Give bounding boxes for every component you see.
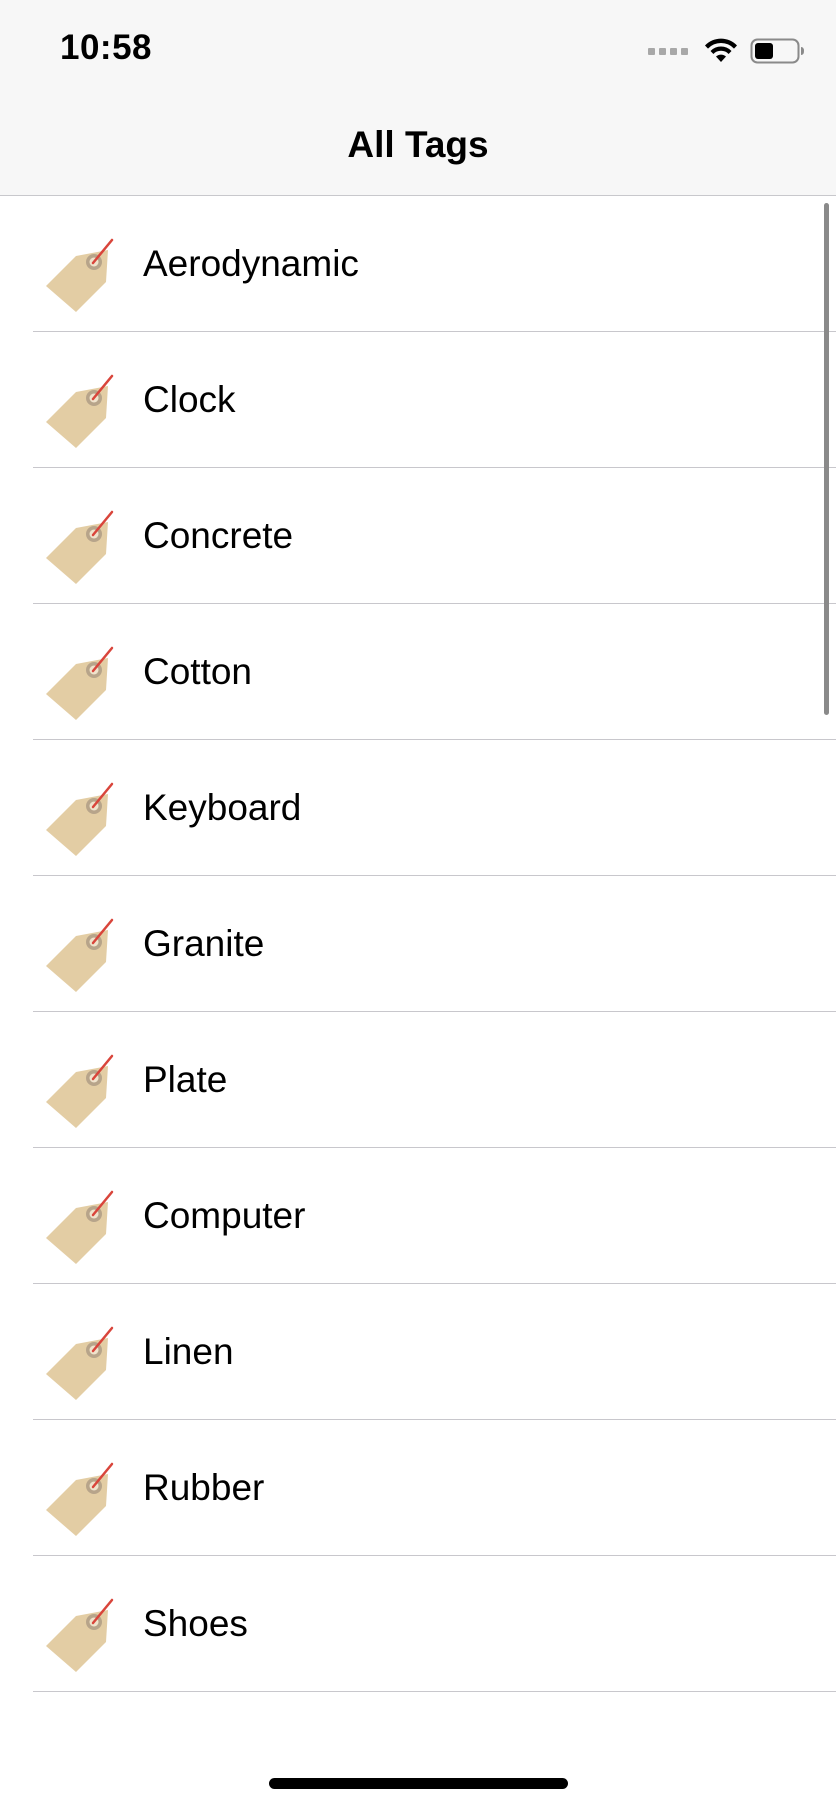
price-tag-icon [46,374,114,448]
tag-label: Plate [143,1059,228,1100]
tag-label: Aerodynamic [143,243,359,284]
tag-list-item[interactable]: Clock [0,332,836,468]
tag-label: Rubber [143,1467,265,1508]
tag-list-item[interactable]: Granite [0,876,836,1012]
tag-list-item[interactable]: Shoes [0,1556,836,1692]
tag-label: Concrete [143,515,294,556]
tag-list-item[interactable]: Plate [0,1012,836,1148]
tag-list-item[interactable]: Aerodynamic [0,196,836,332]
price-tag-icon [46,1326,114,1400]
tags-screen: 10:58 All Tags Aerodynamic Clock Concret… [0,0,836,1811]
status-time: 10:58 [60,28,153,67]
page-title: All Tags [347,124,489,165]
tag-label: Cotton [143,651,253,692]
price-tag-icon [46,646,114,720]
price-tag-icon [46,1190,114,1264]
tag-list-item[interactable]: Concrete [0,468,836,604]
tag-label: Clock [143,379,236,420]
navigation-header: 10:58 All Tags [0,0,836,196]
price-tag-icon [46,1054,114,1128]
tag-list-item[interactable]: Linen [0,1284,836,1420]
price-tag-icon [46,1598,114,1672]
cellular-signal-dots-icon [648,47,688,55]
row-separator [33,1691,836,1692]
tag-list-item[interactable]: Computer [0,1148,836,1284]
battery-icon [750,38,804,64]
tag-label: Granite [143,923,265,964]
tag-list-item[interactable]: Cotton [0,604,836,740]
scrollbar[interactable] [824,203,829,715]
tag-label: Shoes [143,1603,248,1644]
price-tag-icon [46,1462,114,1536]
tag-label: Computer [143,1195,306,1236]
price-tag-icon [46,918,114,992]
price-tag-icon [46,510,114,584]
wifi-icon [705,38,737,62]
home-indicator[interactable] [269,1778,568,1789]
tag-list-item[interactable]: Keyboard [0,740,836,876]
price-tag-icon [46,782,114,856]
tag-list-item[interactable]: Rubber [0,1420,836,1556]
status-icons [648,36,806,66]
price-tag-icon [46,238,114,312]
tag-label: Linen [143,1331,234,1372]
tag-list: Aerodynamic Clock Concrete Cotton Keyboa… [0,196,836,1692]
tag-label: Keyboard [143,787,302,828]
